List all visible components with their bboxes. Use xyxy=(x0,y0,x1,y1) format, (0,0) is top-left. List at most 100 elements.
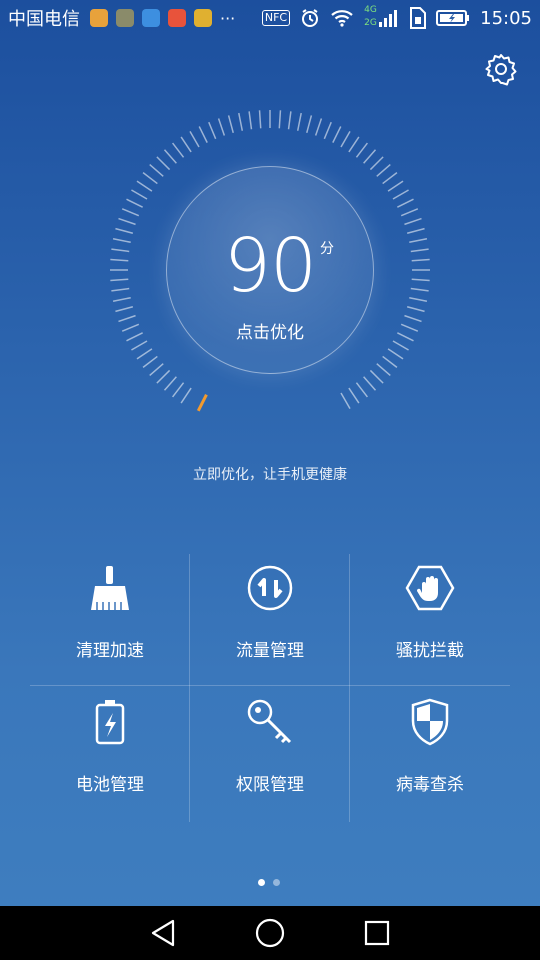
recents-button[interactable] xyxy=(357,913,397,953)
dial-tick xyxy=(369,156,384,171)
dial-tick xyxy=(348,136,360,153)
feature-harassment-block[interactable]: 骚扰拦截 xyxy=(350,554,510,688)
dial-tick xyxy=(111,287,130,292)
dial-tick xyxy=(118,217,136,226)
network-2g-label: 2G xyxy=(364,18,377,28)
hand-block-icon xyxy=(404,562,456,614)
clock: 15:05 xyxy=(480,7,532,29)
feature-clean-boost[interactable]: 清理加速 xyxy=(30,554,190,688)
dial-tick xyxy=(340,392,351,409)
dial-tick xyxy=(363,376,377,391)
health-score: 90 xyxy=(223,223,317,309)
feature-virus-scan[interactable]: 病毒查杀 xyxy=(350,688,510,822)
notification-icons: ··· xyxy=(90,9,235,28)
feature-label: 权限管理 xyxy=(236,775,304,795)
broom-icon xyxy=(84,562,136,614)
dial-tick xyxy=(363,149,377,164)
dial-tick xyxy=(397,332,414,342)
dial-tick xyxy=(156,156,171,171)
key-icon xyxy=(244,696,296,748)
settings-button[interactable] xyxy=(484,52,518,86)
dial-tick xyxy=(404,217,422,226)
dial-tick xyxy=(217,118,226,136)
dial-tick xyxy=(180,387,192,404)
feature-label: 清理加速 xyxy=(76,641,144,661)
feature-traffic-management[interactable]: 流量管理 xyxy=(190,554,350,688)
dial-tick xyxy=(163,376,177,391)
dial-tick xyxy=(348,387,360,404)
dial-tick xyxy=(410,248,429,253)
dial-tick xyxy=(115,306,134,313)
dial-tick xyxy=(376,163,391,177)
feature-permission-management[interactable]: 权限管理 xyxy=(190,688,350,822)
dial-tick xyxy=(369,369,384,384)
status-bar: 中国电信 ··· NFC 4G 2G 15:05 xyxy=(0,0,540,36)
dial-tick xyxy=(136,348,153,360)
dial-tick xyxy=(323,121,332,140)
dial-tick xyxy=(248,111,253,130)
carrier-label: 中国电信 xyxy=(8,9,80,30)
dial-tick xyxy=(110,258,129,262)
dial-tick xyxy=(409,238,428,244)
dial-tick xyxy=(340,131,351,148)
dial-tick xyxy=(400,208,419,217)
dial-tick xyxy=(126,198,143,208)
dial-tick xyxy=(112,296,131,302)
dial-tick xyxy=(110,278,129,282)
dial-tick xyxy=(387,180,404,192)
page-dot[interactable] xyxy=(273,879,280,886)
dial-tick xyxy=(400,323,419,332)
dial-tick xyxy=(163,149,177,164)
dial-tick xyxy=(149,163,164,177)
feature-label: 病毒查杀 xyxy=(396,775,464,795)
dial-tick xyxy=(258,110,262,129)
more-notifications-icon: ··· xyxy=(220,8,236,28)
feature-grid: 清理加速 流量管理 骚扰拦截 电池管理 权限管理 病毒查杀 xyxy=(30,554,510,822)
dial-tick xyxy=(142,172,158,185)
dial-tick xyxy=(198,126,208,143)
app-notification-icon xyxy=(142,9,160,27)
back-button[interactable] xyxy=(143,913,183,953)
dial-tick xyxy=(238,112,244,131)
dial-tick xyxy=(112,238,131,244)
home-circle-icon xyxy=(255,918,285,948)
cellular-signal-icon: 4G 2G xyxy=(364,5,398,30)
battery-status-icon xyxy=(436,9,470,27)
dial-tick xyxy=(115,227,134,234)
dial-tick xyxy=(136,180,153,192)
feature-label: 流量管理 xyxy=(236,641,304,661)
dial-tick xyxy=(208,121,217,140)
score-unit: 分 xyxy=(320,241,334,257)
app-notification-icon xyxy=(194,9,212,27)
alarm-icon xyxy=(300,8,320,28)
dial-tick xyxy=(411,278,430,282)
dial-tick xyxy=(121,208,140,217)
dial-progress-tick xyxy=(196,394,208,412)
dial-tick xyxy=(172,142,185,158)
home-button[interactable] xyxy=(250,913,290,953)
dial-tick xyxy=(131,340,148,351)
dial-tick xyxy=(411,258,430,262)
weibo-notification-icon xyxy=(168,9,186,27)
sim-card-icon xyxy=(408,7,427,29)
dial-tick xyxy=(126,332,143,342)
dial-tick xyxy=(189,131,200,148)
dial-tick xyxy=(149,363,164,377)
traffic-arrows-icon xyxy=(244,562,296,614)
dial-tick xyxy=(332,126,342,143)
dial-tick xyxy=(131,189,148,200)
dial-tick xyxy=(376,363,391,377)
dial-tick xyxy=(314,118,323,136)
page-dot-active[interactable] xyxy=(258,879,265,886)
dial-tick xyxy=(111,248,130,253)
feature-battery-management[interactable]: 电池管理 xyxy=(30,688,190,822)
feature-label: 电池管理 xyxy=(76,775,144,795)
dial-tick xyxy=(382,172,398,185)
dial-tick xyxy=(397,198,414,208)
dial-tick xyxy=(118,314,136,323)
feature-label: 骚扰拦截 xyxy=(396,641,464,661)
navigation-bar xyxy=(0,906,540,960)
gear-icon xyxy=(485,54,517,86)
app-notification-icon xyxy=(116,9,134,27)
dial-tick xyxy=(142,355,158,368)
